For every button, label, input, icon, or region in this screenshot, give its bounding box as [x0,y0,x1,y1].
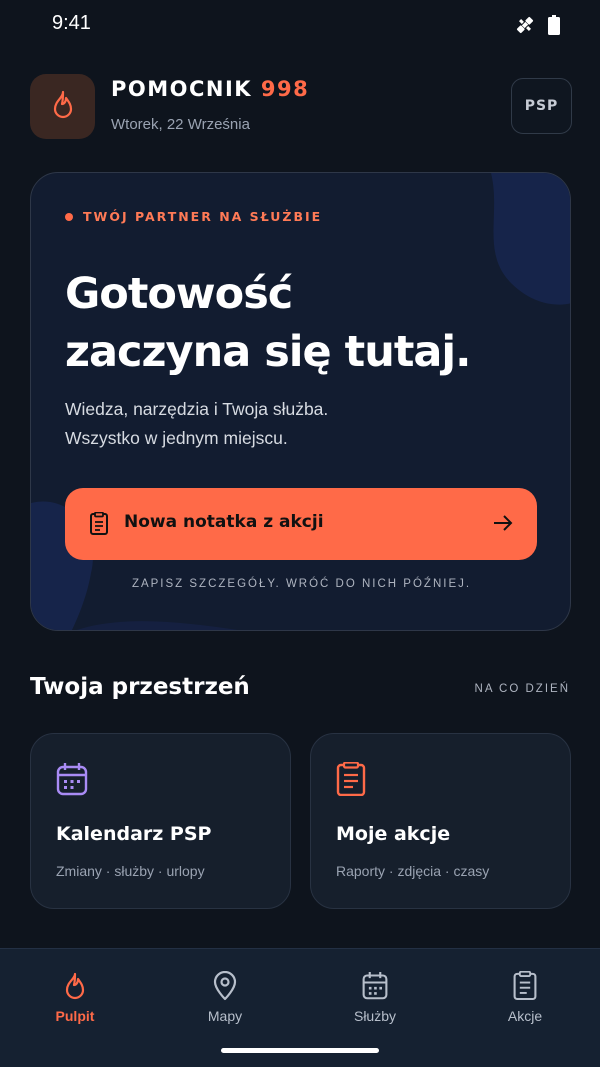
app-title-accent: 998 [260,77,310,101]
flame-icon [50,90,76,124]
section-title: Twoja przestrzeń [30,674,250,700]
hero-headline-line1: Gotowość [65,269,293,319]
document-icon [89,511,109,540]
hero-kicker: TWÓJ PARTNER NA SŁUŻBIE [65,209,322,224]
kicker-dot [65,212,73,221]
nav-item-sluzby[interactable]: Służby [300,971,450,1031]
nav-item-akcje[interactable]: Akcje [450,970,600,1031]
document-icon [511,970,539,1001]
app-logo [30,74,95,139]
tile-subtitle: Zmiany · służby · urlopy [56,863,205,879]
nav-item-pulpit[interactable]: Pulpit [0,971,150,1031]
calendar-icon [56,762,88,800]
hero-subtitle-line2: Wszystko w jednym miejscu. [65,428,288,448]
nav-item-mapy[interactable]: Mapy [150,970,300,1031]
app-title: POMOCNIK 998 [111,77,309,101]
calendar-icon [361,971,389,1001]
arrow-right-icon [493,514,513,536]
app-header: POMOCNIK 998 Wtorek, 22 Września PSP [30,74,572,140]
current-date: Wtorek, 22 Września [111,116,250,133]
status-time: 9:41 [52,12,91,34]
tile-subtitle: Raporty · zdjęcia · czasy [336,863,490,879]
satellite-icon [514,14,536,40]
nav-label: Pulpit [55,1008,95,1024]
tile-title: Moje akcje [336,823,451,845]
map-pin-icon [211,970,239,1001]
app-title-main: POMOCNIK [111,77,253,101]
hero-hint: ZAPISZ SZCZEGÓŁY. WRÓĆ DO NICH PÓŹNIEJ. [131,578,472,590]
status-bar: 9:41 [0,0,600,48]
flame-icon [61,971,89,1001]
nav-label: Mapy [207,1008,243,1024]
new-action-note-label: Nowa notatka z akcji [124,512,324,532]
psp-badge-button[interactable]: PSP [511,78,572,134]
hero-subtitle: Wiedza, narzędzia i Twoja służba. Wszyst… [65,395,505,453]
battery-icon [548,15,560,39]
hero-kicker-text: TWÓJ PARTNER NA SŁUŻBIE [83,209,323,224]
document-icon [336,761,366,800]
tile-title: Kalendarz PSP [56,823,212,845]
hero-card: TWÓJ PARTNER NA SŁUŻBIE Gotowość zaczyna… [30,172,571,631]
home-indicator[interactable] [221,1048,379,1053]
new-action-note-button[interactable]: Nowa notatka z akcji [65,488,537,560]
section-aside: NA CO DZIEŃ [474,683,570,695]
nav-label: Służby [353,1008,397,1024]
tile-psp-calendar[interactable]: Kalendarz PSP Zmiany · służby · urlopy [30,733,291,909]
tile-my-actions[interactable]: Moje akcje Raporty · zdjęcia · czasy [310,733,571,909]
hero-headline-line2: zaczyna się tutaj. [65,327,471,377]
status-icons [514,14,560,40]
bottom-navigation: Pulpit Mapy Służby Akcje [0,948,600,1067]
hero-subtitle-line1: Wiedza, narzędzia i Twoja służba. [65,399,329,419]
hero-headline: Gotowość zaczyna się tutaj. [65,265,545,381]
nav-label: Akcje [507,1008,543,1024]
